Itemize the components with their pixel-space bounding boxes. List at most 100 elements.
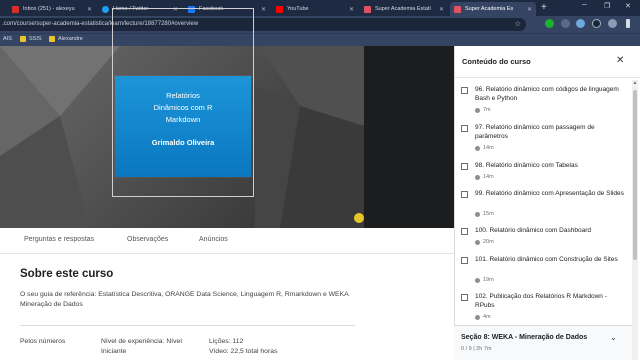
lecture-item[interactable]: 96. Relatório dinâmico com códigos de li… [455, 85, 635, 115]
url-field[interactable]: .com/course/super-academia-estatistica/l… [0, 18, 526, 31]
tab-label: Super Academia Estatí [375, 6, 431, 12]
lecture-item[interactable]: 99. Relatório dinâmico com Apresentação … [455, 189, 635, 219]
section-header[interactable]: Seção 8: WEKA - Mineração de Dados 0 / 9… [454, 325, 632, 360]
browser-tab[interactable]: Super Academia Estatí ✕ [360, 2, 448, 16]
menu-icon[interactable] [626, 19, 630, 28]
profile-avatar[interactable] [608, 19, 617, 28]
close-tab-icon[interactable]: ✕ [527, 6, 532, 13]
bookmark-item[interactable]: AIS [3, 36, 12, 42]
bookmark-item[interactable]: Alexandre [49, 36, 83, 42]
lecture-title: 96. Relatório dinâmico com códigos de li… [475, 86, 619, 102]
bookmark-label: Alexandre [58, 36, 83, 42]
tab-announcements[interactable]: Anúncios [199, 236, 228, 243]
duration-text: 19m [483, 277, 494, 283]
close-tab-icon[interactable]: ✕ [261, 6, 266, 13]
address-bar-row: .com/course/super-academia-estatistica/l… [0, 16, 640, 33]
close-tab-icon[interactable]: ✕ [439, 6, 444, 13]
extension-icon[interactable] [576, 19, 585, 28]
chevron-down-icon[interactable]: ⌄ [610, 333, 617, 342]
lecture-item[interactable]: 100. Relatório dinâmico com Dashboard 20… [455, 226, 635, 248]
browser-tab-active[interactable]: Super Academia Es ✕ [450, 2, 536, 16]
lecture-checkbox[interactable] [461, 163, 468, 170]
thumbnail-title: Relatórios Dinâmicos com R Markdown [115, 90, 251, 126]
close-tab-icon[interactable]: ✕ [87, 6, 92, 13]
lecture-title: 98. Relatório dinâmico com Tabelas [475, 162, 578, 169]
new-tab-button[interactable]: + [541, 2, 547, 14]
udemy-icon [364, 5, 371, 13]
lecture-checkbox[interactable] [461, 125, 468, 132]
youtube-icon [276, 5, 283, 13]
duration-text: 7m [483, 107, 491, 113]
tab-notes[interactable]: Observações [127, 236, 168, 243]
extension-icon[interactable] [545, 19, 554, 28]
lecture-title: 99. Relatório dinâmico com Apresentação … [475, 190, 624, 197]
scroll-up-arrow-icon[interactable]: ▲ [632, 80, 638, 86]
lecture-duration: 4m [475, 314, 491, 320]
lecture-checkbox[interactable] [461, 228, 468, 235]
about-description: O seu guia de referência: Estatística De… [20, 291, 349, 308]
lecture-checkbox[interactable] [461, 257, 468, 264]
lecture-duration: 15m [475, 211, 494, 217]
duration-text: 14m [483, 174, 494, 180]
thumbnail-author: Grimaldo Oliveira [151, 138, 215, 147]
maximize-icon[interactable]: ❐ [604, 2, 610, 10]
lecture-title: 100. Relatório dinâmico com Dashboard [475, 227, 591, 234]
thumbnail-title-line: Markdown [165, 115, 201, 124]
scrollbar-thumb[interactable] [633, 90, 637, 260]
experience-level-value: Iniciante [101, 348, 127, 355]
play-icon [475, 239, 480, 245]
extension-icon[interactable] [592, 19, 601, 28]
lecture-title: 102. Publicação dos Relatórios R Markdow… [475, 293, 607, 309]
duration-text: 15m [483, 211, 494, 217]
lecture-item[interactable]: 101. Relatório dinâmico com Construção d… [455, 255, 635, 285]
duration-text: 4m [483, 314, 491, 320]
gmail-icon [12, 5, 19, 13]
bookmark-star-icon[interactable]: ☆ [515, 18, 521, 31]
lessons-count: Lições: 112 [209, 338, 244, 345]
experience-level-label: Nível de experiência: Nível [101, 338, 182, 345]
bookmark-label: AIS [3, 36, 12, 42]
bookmark-item[interactable]: SSIS [20, 36, 42, 42]
extension-icon[interactable] [561, 19, 570, 28]
course-tabs: Perguntas e respostas Observações Anúnci… [0, 228, 454, 254]
lecture-item[interactable]: 98. Relatório dinâmico com Tabelas 14m [455, 161, 635, 183]
play-icon [475, 314, 480, 320]
tab-qa[interactable]: Perguntas e respostas [24, 236, 94, 243]
close-icon[interactable]: ✕ [616, 55, 624, 66]
browser-tab[interactable]: YouTube ✕ [272, 2, 358, 16]
browser-tab-bar: Inbox (251) - alexeyu ✕ Home / Twitter ✕… [0, 0, 640, 16]
sidebar-header: Conteúdo do curso ✕ [455, 46, 640, 78]
video-side-strip [364, 46, 454, 228]
lecture-checkbox[interactable] [461, 294, 468, 301]
thumbnail-title-line: Dinâmicos com R [153, 103, 213, 112]
lecture-checkbox[interactable] [461, 87, 468, 94]
course-thumbnail: Relatórios Dinâmicos com R Markdown Grim… [115, 76, 251, 177]
folder-icon [20, 36, 26, 42]
lecture-item[interactable]: 102. Publicação dos Relatórios R Markdow… [455, 292, 635, 322]
tab-label: Inbox (251) - alexeyu [23, 6, 75, 12]
sidebar-title: Conteúdo do curso [462, 57, 531, 66]
bookmarks-bar: AIS SSIS Alexandre [0, 33, 640, 46]
thumbnail-title-line: Relatórios [166, 91, 200, 100]
duration-text: 14m [483, 145, 494, 151]
browser-tab[interactable]: Inbox (251) - alexeyu ✕ [8, 2, 96, 16]
bookmark-label: SSIS [29, 36, 42, 42]
lecture-title: 101. Relatório dinâmico com Construção d… [475, 256, 618, 263]
lecture-duration: 20m [475, 239, 494, 245]
tab-label: Super Academia Es [465, 6, 514, 12]
udemy-icon [454, 5, 461, 13]
close-tab-icon[interactable]: ✕ [349, 6, 354, 13]
play-icon [475, 107, 480, 113]
section-progress: 0 / 9 | 2h 7m [461, 346, 492, 352]
lecture-item[interactable]: 97. Relatório dinâmico com passagem de p… [455, 123, 635, 153]
close-window-icon[interactable]: ✕ [625, 2, 631, 10]
numbers-label: Pelos números [20, 338, 66, 345]
lecture-checkbox[interactable] [461, 191, 468, 198]
divider [20, 325, 355, 326]
mouse-cursor-highlight [354, 213, 364, 223]
video-hours: Vídeo: 22,5 total horas [209, 348, 278, 355]
section-title: Seção 8: WEKA - Mineração de Dados [461, 334, 588, 341]
twitter-icon [102, 5, 109, 13]
minimize-icon[interactable]: ─ [582, 2, 587, 9]
play-icon [475, 174, 480, 180]
